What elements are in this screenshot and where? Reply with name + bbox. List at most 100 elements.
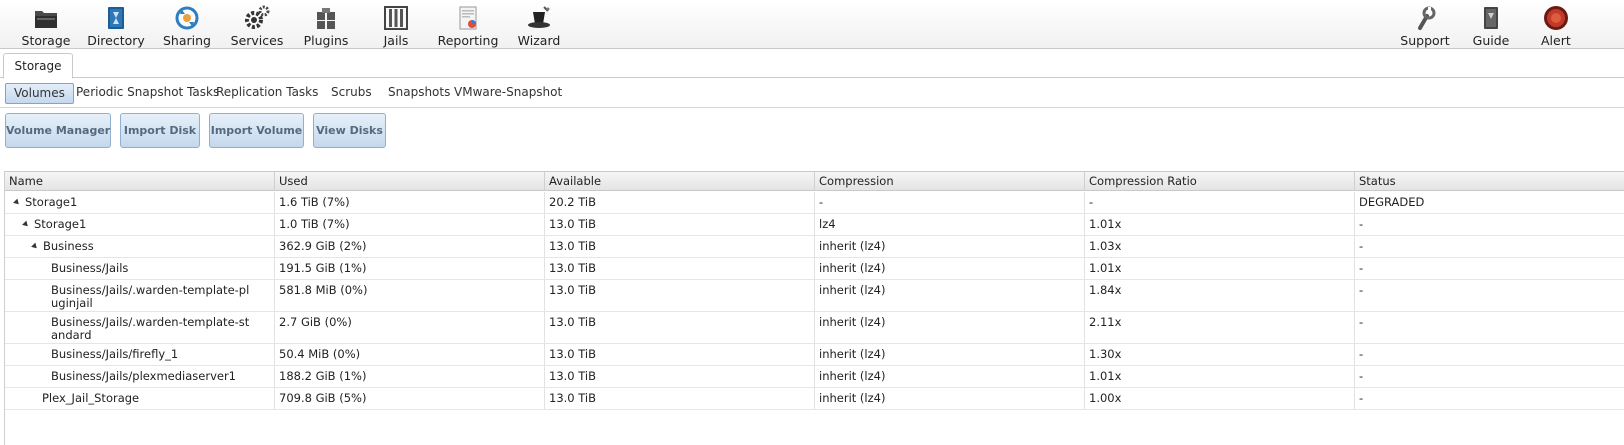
collapse-icon[interactable] bbox=[31, 242, 39, 251]
compression-cell: - bbox=[815, 192, 1085, 213]
toolbar-alert-button[interactable]: Alert bbox=[1541, 0, 1581, 48]
table-row[interactable]: Business 362.9 GiB (2%) 13.0 TiB inherit… bbox=[5, 236, 1624, 258]
toolbar-plugins-button[interactable]: Plugins bbox=[302, 0, 350, 48]
status-cell: - bbox=[1359, 283, 1364, 297]
volume-manager-button[interactable]: Volume Manager bbox=[5, 113, 111, 148]
toolbar-storage-button[interactable]: Storage bbox=[22, 0, 70, 48]
subtab-replication-tasks[interactable]: Replication Tasks bbox=[216, 83, 318, 104]
compression-cell: inherit (lz4) bbox=[815, 388, 1085, 409]
top-toolbar: Storage Directory Sharing Services Plugi… bbox=[0, 0, 1624, 49]
used-cell: 1.6 TiB (7%) bbox=[275, 192, 545, 213]
toolbar-services-button[interactable]: Services bbox=[231, 0, 283, 48]
dataset-name: Business/Jails/firefly_1 bbox=[5, 344, 275, 365]
toolbar-reporting-button[interactable]: Reporting bbox=[437, 0, 499, 48]
toolbar-label: Sharing bbox=[163, 33, 211, 48]
used-cell: 191.5 GiB (1%) bbox=[275, 258, 545, 279]
used-cell: 1.0 TiB (7%) bbox=[275, 214, 545, 235]
view-disks-button[interactable]: View Disks bbox=[313, 113, 386, 148]
used-cell: 188.2 GiB (1%) bbox=[275, 366, 545, 387]
divider bbox=[0, 107, 1624, 108]
table-row[interactable]: Business/Jails/firefly_1 50.4 MiB (0%) 1… bbox=[5, 344, 1624, 366]
subtab-snapshots[interactable]: Snapshots bbox=[388, 83, 450, 104]
compression-cell: lz4 bbox=[815, 214, 1085, 235]
used-cell: 2.7 GiB (0%) bbox=[275, 312, 545, 343]
jails-icon bbox=[384, 6, 408, 30]
column-header-compression[interactable]: Compression bbox=[815, 172, 1085, 191]
toolbar-jails-button[interactable]: Jails bbox=[376, 0, 416, 48]
toolbar-label: Jails bbox=[383, 33, 409, 48]
import-volume-button[interactable]: Import Volume bbox=[209, 113, 304, 148]
collapse-icon[interactable] bbox=[22, 220, 30, 229]
dataset-name: Storage1 bbox=[25, 195, 78, 209]
volumes-table: Name Used Available Compression Compress… bbox=[4, 171, 1624, 445]
subtab-scrubs[interactable]: Scrubs bbox=[331, 83, 372, 104]
used-cell: 709.8 GiB (5%) bbox=[275, 388, 545, 409]
available-cell: 13.0 TiB bbox=[545, 258, 815, 279]
available-cell: 20.2 TiB bbox=[545, 192, 815, 213]
table-row[interactable]: Plex_Jail_Storage 709.8 GiB (5%) 13.0 Ti… bbox=[5, 388, 1624, 410]
compression-ratio-cell: - bbox=[1085, 192, 1355, 213]
alert-icon bbox=[1544, 6, 1568, 30]
table-row[interactable]: Storage1 1.6 TiB (7%) 20.2 TiB - - DEGRA… bbox=[5, 192, 1624, 214]
compression-cell: inherit (lz4) bbox=[815, 236, 1085, 257]
tab-storage[interactable]: Storage bbox=[3, 53, 73, 79]
storage-icon bbox=[35, 11, 57, 28]
status-cell: - bbox=[1359, 239, 1364, 253]
plugins-icon bbox=[317, 8, 335, 29]
subtab-vmware-snapshot[interactable]: VMware-Snapshot bbox=[454, 83, 562, 104]
toolbar-label: Wizard bbox=[517, 33, 561, 48]
compression-cell: inherit (lz4) bbox=[815, 258, 1085, 279]
reporting-icon bbox=[459, 6, 477, 30]
collapse-icon[interactable] bbox=[13, 198, 21, 207]
available-cell: 13.0 TiB bbox=[545, 388, 815, 409]
status-cell: - bbox=[1359, 391, 1364, 405]
table-row[interactable]: Business/Jails/.warden-template-pluginja… bbox=[5, 280, 1624, 312]
wizard-icon bbox=[528, 6, 550, 28]
table-row[interactable]: Storage1 1.0 TiB (7%) 13.0 TiB lz4 1.01x… bbox=[5, 214, 1624, 236]
toolbar-label: Reporting bbox=[437, 33, 499, 48]
available-cell: 13.0 TiB bbox=[545, 214, 815, 235]
toolbar-label: Services bbox=[230, 33, 284, 48]
compression-cell: inherit (lz4) bbox=[815, 366, 1085, 387]
available-cell: 13.0 TiB bbox=[545, 344, 815, 365]
column-header-compression-ratio[interactable]: Compression Ratio bbox=[1085, 172, 1355, 191]
status-cell: DEGRADED bbox=[1359, 195, 1425, 209]
compression-ratio-cell: 1.01x bbox=[1085, 366, 1355, 387]
toolbar-support-button[interactable]: Support bbox=[1400, 0, 1450, 48]
status-cell: - bbox=[1359, 261, 1364, 275]
status-cell: - bbox=[1359, 347, 1364, 361]
table-row[interactable]: Business/Jails/.warden-template-standard… bbox=[5, 312, 1624, 344]
dataset-name: Storage1 bbox=[34, 217, 87, 231]
toolbar-wizard-button[interactable]: Wizard bbox=[517, 0, 561, 48]
main-tab-strip: Storage bbox=[0, 49, 1624, 79]
toolbar-label: Support bbox=[1400, 33, 1450, 48]
table-row[interactable]: Business/Jails 191.5 GiB (1%) 13.0 TiB i… bbox=[5, 258, 1624, 280]
column-header-available[interactable]: Available bbox=[545, 172, 815, 191]
compression-ratio-cell: 1.00x bbox=[1085, 388, 1355, 409]
compression-cell: inherit (lz4) bbox=[815, 344, 1085, 365]
toolbar-sharing-button[interactable]: Sharing bbox=[163, 0, 211, 48]
subtab-volumes[interactable]: Volumes bbox=[5, 83, 74, 104]
compression-ratio-cell: 1.30x bbox=[1085, 344, 1355, 365]
table-header: Name Used Available Compression Compress… bbox=[5, 171, 1624, 191]
subtab-periodic-snapshot-tasks[interactable]: Periodic Snapshot Tasks bbox=[76, 83, 219, 104]
table-row[interactable]: Business/Jails/plexmediaserver1 188.2 Gi… bbox=[5, 366, 1624, 388]
column-header-status[interactable]: Status bbox=[1355, 172, 1624, 191]
available-cell: 13.0 TiB bbox=[545, 236, 815, 257]
dataset-name: Business/Jails/.warden-template-pluginja… bbox=[5, 280, 275, 311]
toolbar-guide-button[interactable]: Guide bbox=[1471, 0, 1511, 48]
toolbar-directory-button[interactable]: Directory bbox=[87, 0, 145, 48]
toolbar-label: Directory bbox=[87, 33, 145, 48]
status-cell: - bbox=[1359, 315, 1364, 329]
compression-cell: inherit (lz4) bbox=[815, 280, 1085, 311]
toolbar-label: Guide bbox=[1472, 33, 1510, 48]
guide-icon bbox=[1484, 7, 1498, 29]
import-disk-button[interactable]: Import Disk bbox=[120, 113, 200, 148]
compression-ratio-cell: 1.84x bbox=[1085, 280, 1355, 311]
status-cell: - bbox=[1359, 217, 1364, 231]
compression-cell: inherit (lz4) bbox=[815, 312, 1085, 343]
column-header-name[interactable]: Name bbox=[5, 172, 275, 191]
dataset-name: Business/Jails/.warden-template-standard bbox=[5, 312, 275, 343]
column-header-used[interactable]: Used bbox=[275, 172, 545, 191]
compression-ratio-cell: 1.03x bbox=[1085, 236, 1355, 257]
